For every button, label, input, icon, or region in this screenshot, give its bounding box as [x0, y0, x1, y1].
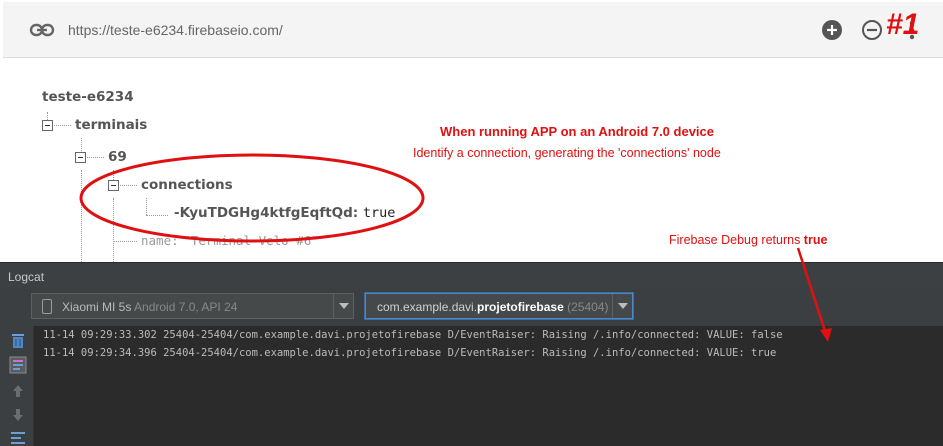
- tree-connector: [87, 157, 104, 158]
- tree-connector: [81, 138, 82, 153]
- connection-key: -KyuTDGHg4ktfgEqftQd:: [174, 205, 359, 221]
- trash-icon[interactable]: [9, 332, 27, 350]
- collapse-toggle-connections[interactable]: [108, 180, 119, 191]
- name-entry[interactable]: name: "Terminal Velo #6": [141, 233, 319, 249]
- collapse-toggle-69[interactable]: [75, 152, 86, 163]
- device-name: Xiaomi MI 5s: [62, 300, 132, 314]
- tree-node-connections[interactable]: connections: [141, 177, 233, 193]
- tree-connector: [120, 185, 137, 186]
- tree-connector: [81, 170, 82, 262]
- tree-connector: [54, 125, 71, 126]
- logcat-title: Logcat: [8, 270, 45, 284]
- chevron-down-icon[interactable]: [333, 294, 353, 318]
- device-detail: Android 7.0, API 24: [134, 300, 238, 314]
- database-url[interactable]: https://teste-e6234.firebaseio.com/: [68, 22, 283, 38]
- process-selector[interactable]: com.example.davi.projetofirebase (25404): [365, 293, 633, 319]
- logcat-toolbar: Xiaomi MI 5s Android 7.0, API 24 com.exa…: [0, 289, 943, 326]
- tree-connector: [113, 241, 137, 242]
- log-line: 11-14 09:29:33.302 25404-25404/com.examp…: [43, 329, 783, 341]
- tree-connector: [113, 170, 114, 180]
- tree-root[interactable]: teste-e6234: [42, 89, 134, 105]
- tree-connector: [146, 198, 147, 215]
- chevron-down-icon[interactable]: [612, 294, 632, 318]
- arrow-up-icon[interactable]: [9, 382, 27, 400]
- device-selector-label: Xiaomi MI 5s Android 7.0, API 24: [62, 300, 237, 314]
- collapse-toggle-terminais[interactable]: [42, 120, 53, 131]
- tree-connector: [113, 198, 114, 262]
- annotation-firebase-debug: Firebase Debug returns true: [669, 233, 827, 247]
- soft-wrap-icon[interactable]: [9, 430, 27, 446]
- remove-circle-icon[interactable]: [861, 19, 883, 41]
- firebase-url-bar: https://teste-e6234.firebaseio.com/: [3, 2, 943, 58]
- device-selector[interactable]: Xiaomi MI 5s Android 7.0, API 24: [31, 293, 354, 319]
- link-icon: [29, 23, 55, 37]
- tree-connector: [146, 215, 168, 216]
- database-tree: teste-e6234 terminais 69 connections -Ky…: [0, 58, 943, 262]
- name-value: "Terminal Velo #6": [183, 233, 319, 248]
- annotation-android-device: When running APP on an Android 7.0 devic…: [440, 124, 714, 139]
- add-circle-icon[interactable]: [821, 19, 843, 41]
- name-key: name:: [141, 233, 179, 248]
- screenshot-number-badge: #1: [886, 8, 920, 41]
- log-line: 11-14 09:29:34.396 25404-25404/com.examp…: [43, 347, 777, 359]
- logcat-output[interactable]: 11-14 09:29:33.302 25404-25404/com.examp…: [34, 326, 943, 446]
- connection-entry[interactable]: -KyuTDGHg4ktfgEqftQd: true: [174, 205, 395, 221]
- process-pid: (25404): [567, 300, 609, 314]
- scroll-to-end-icon[interactable]: [9, 356, 27, 374]
- tree-node-69[interactable]: 69: [108, 149, 127, 165]
- annotation-debug-bold: true: [803, 233, 828, 247]
- logcat-header: Logcat: [0, 262, 943, 289]
- logcat-sidebar: [0, 326, 34, 446]
- connection-value: true: [362, 205, 396, 221]
- arrow-down-icon[interactable]: [9, 406, 27, 424]
- process-name: projetofirebase: [477, 300, 564, 314]
- annotation-connection-node: Identify a connection, generating the 'c…: [413, 146, 721, 160]
- process-selector-label: com.example.davi.projetofirebase (25404): [377, 300, 608, 314]
- tree-node-terminais[interactable]: terminais: [75, 117, 147, 133]
- annotation-debug-prefix: Firebase Debug returns: [669, 233, 804, 247]
- phone-icon: [42, 299, 52, 314]
- process-prefix: com.example.davi.: [377, 300, 478, 314]
